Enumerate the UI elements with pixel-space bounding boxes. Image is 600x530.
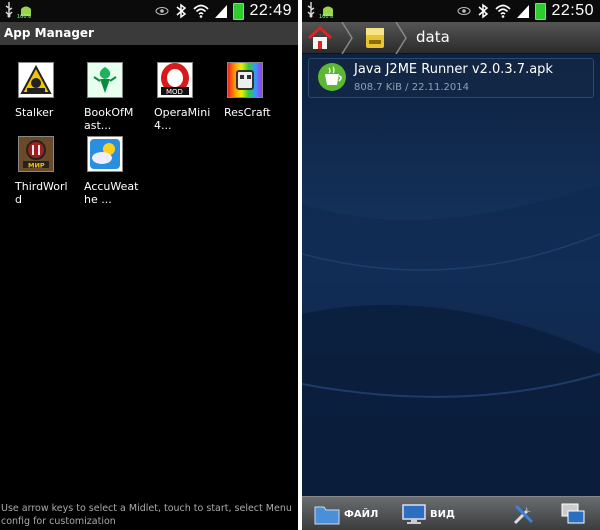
battery-percent: 100% [319, 14, 334, 20]
bottom-toolbar: ФАЙЛ ВИД [302, 496, 600, 530]
wallpaper-background [302, 54, 600, 496]
status-time: 22:50 [551, 2, 594, 19]
signal-icon [215, 5, 228, 18]
app-label: OperaMini 4... [154, 106, 211, 132]
folder-icon [314, 506, 340, 525]
file-manager-screen: 100% 22:50 data Java J2ME Runner v2.0.3.… [302, 0, 600, 530]
stalker-icon [18, 62, 54, 98]
accuweather-icon [87, 136, 123, 172]
usb-icon [307, 2, 315, 18]
chevron-right-icon [341, 22, 353, 54]
app-tile-operamini[interactable]: MOD OperaMini 4... [154, 62, 226, 132]
app-label: BookOfM ast... [84, 106, 134, 132]
home-icon[interactable] [306, 24, 334, 52]
svg-text:МИР: МИР [28, 162, 45, 170]
status-time: 22:49 [249, 2, 292, 19]
app-tile-bookofmasters[interactable]: BookOfM ast... [84, 62, 156, 132]
eye-icon [457, 7, 471, 15]
app-label: ThirdWorl d [15, 180, 68, 206]
app-label: ResCraft [224, 106, 271, 119]
android-battery-icon: 100% [17, 2, 34, 20]
file-name: Java J2ME Runner v2.0.3.7.apk [354, 62, 553, 77]
opera-mini-icon: MOD [157, 62, 193, 98]
app-tile-stalker[interactable]: Stalker [15, 62, 87, 119]
eye-icon [155, 7, 169, 15]
windows-button[interactable] [560, 501, 586, 527]
file-menu-button[interactable]: ФАЙЛ [314, 501, 378, 527]
bluetooth-icon [176, 3, 187, 19]
monitor-icon [402, 504, 426, 524]
svg-text:MOD: MOD [166, 88, 183, 96]
app-tile-rescraft[interactable]: ResCraft [224, 62, 296, 119]
file-menu-label: ФАЙЛ [344, 508, 379, 520]
third-world-icon: МИР [18, 136, 54, 172]
status-bar: 100% 22:49 [0, 0, 298, 22]
wifi-icon [495, 4, 512, 18]
app-label: Stalker [15, 106, 54, 119]
battery-icon [535, 2, 547, 20]
tools-icon [513, 504, 534, 525]
chevron-right-icon [395, 22, 407, 54]
bluetooth-icon [478, 3, 489, 19]
android-battery-icon: 100% [319, 2, 336, 20]
usage-hint: Use arrow keys to select a Midlet, touch… [1, 503, 292, 527]
rescraft-icon [227, 62, 263, 98]
wifi-icon [193, 4, 210, 18]
book-of-masters-icon [87, 62, 123, 98]
breadcrumb: data [302, 22, 600, 54]
current-folder[interactable]: data [416, 28, 450, 46]
windows-icon [561, 503, 585, 524]
sd-card-icon[interactable] [362, 24, 388, 52]
battery-icon [233, 2, 245, 20]
file-row[interactable]: Java J2ME Runner v2.0.3.7.apk 808.7 KiB … [308, 58, 594, 98]
usb-icon [5, 2, 13, 18]
apk-cup-icon [318, 63, 346, 91]
view-menu-button[interactable]: ВИД [402, 501, 455, 527]
tools-button[interactable] [512, 501, 536, 527]
app-manager-screen: 100% 22:49 App Manager Stalker BookOfM a… [0, 0, 298, 530]
page-title: App Manager [0, 22, 298, 45]
signal-icon [517, 5, 530, 18]
app-label: AccuWeat he ... [84, 180, 139, 206]
file-meta: 808.7 KiB / 22.11.2014 [354, 82, 469, 93]
status-bar: 100% 22:50 [302, 0, 600, 22]
view-menu-label: ВИД [430, 508, 455, 520]
app-tile-accuweather[interactable]: AccuWeat he ... [84, 136, 156, 206]
battery-percent: 100% [17, 14, 32, 20]
app-tile-thirdworld[interactable]: МИР ThirdWorl d [15, 136, 87, 206]
